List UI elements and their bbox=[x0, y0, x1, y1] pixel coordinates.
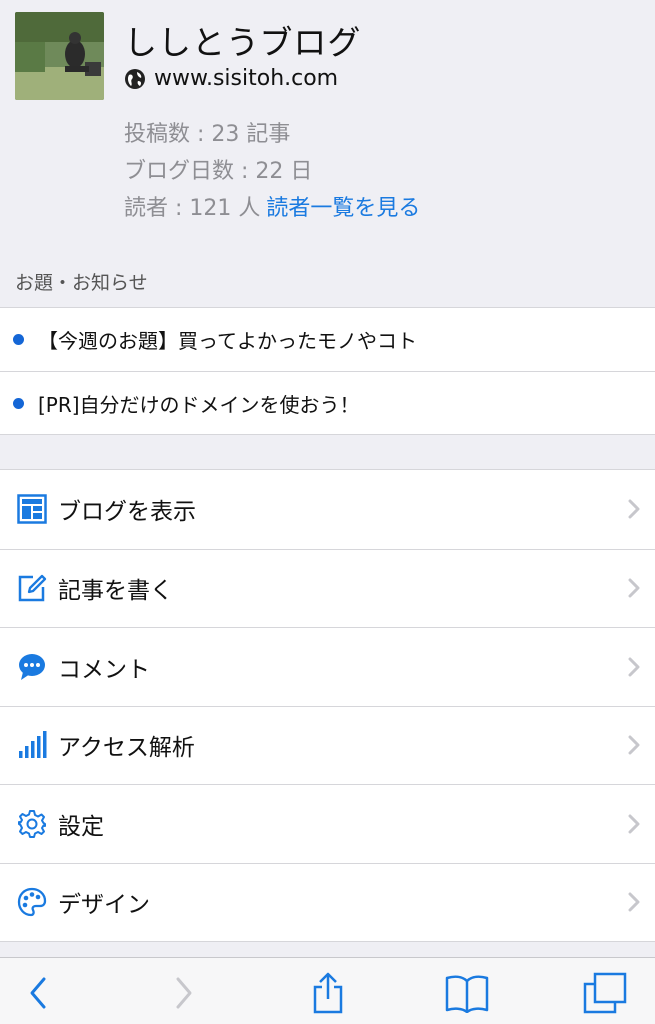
bar-chart-icon bbox=[17, 730, 47, 760]
chevron-right-icon bbox=[628, 814, 640, 834]
menu-item-access-analytics[interactable]: アクセス解析 bbox=[0, 705, 655, 785]
notice-item-pr-domain[interactable]: [PR]自分だけのドメインを使おう！ bbox=[0, 371, 655, 434]
chevron-right-icon bbox=[628, 578, 640, 598]
chevron-right-icon bbox=[628, 499, 640, 519]
notice-text: 【今週のお題】買ってよかったモノやコト bbox=[38, 329, 417, 353]
menu-item-design[interactable]: デザイン bbox=[0, 862, 655, 942]
browser-toolbar bbox=[0, 957, 655, 1024]
blog-url: www.sisitoh.com bbox=[154, 66, 339, 91]
menu-item-label: デザイン bbox=[58, 892, 150, 919]
menu-item-settings[interactable]: 設定 bbox=[0, 784, 655, 863]
blog-url-row[interactable]: www.sisitoh.com bbox=[124, 66, 338, 91]
menu-item-write-post[interactable]: 記事を書く bbox=[0, 548, 655, 628]
gear-icon bbox=[17, 809, 47, 839]
menu-item-comments[interactable]: コメント bbox=[0, 627, 655, 706]
menu-item-label: 設定 bbox=[58, 813, 104, 840]
notice-item-weekly-topic[interactable]: 【今週のお題】買ってよかったモノやコト bbox=[0, 308, 655, 371]
blog-days: ブログ日数 : 22 日 bbox=[124, 159, 313, 184]
blog-dashboard: ししとうブログ www.sisitoh.com 投稿数 : 23 記事 ブログ日… bbox=[0, 0, 655, 1024]
comment-icon bbox=[17, 652, 47, 682]
menu-item-label: コメント bbox=[58, 656, 150, 683]
layout-icon bbox=[17, 494, 47, 524]
back-button[interactable] bbox=[22, 972, 54, 1014]
reader-count: 読者 : 121 人 bbox=[124, 196, 261, 221]
blog-avatar[interactable] bbox=[15, 12, 104, 100]
bullet-dot-icon bbox=[13, 397, 24, 409]
menu-item-view-blog[interactable]: ブログを表示 bbox=[0, 470, 655, 549]
menu-item-label: ブログを表示 bbox=[58, 499, 196, 526]
tabs-button[interactable] bbox=[582, 972, 628, 1014]
globe-icon bbox=[125, 68, 145, 89]
notices-section-label: お題・お知らせ bbox=[15, 272, 148, 294]
share-icon bbox=[313, 972, 343, 1014]
palette-icon bbox=[17, 887, 47, 917]
profile-header: ししとうブログ www.sisitoh.com 投稿数 : 23 記事 ブログ日… bbox=[0, 0, 655, 250]
tabs-icon bbox=[583, 972, 627, 1014]
menu-item-label: 記事を書く bbox=[58, 578, 173, 605]
book-icon bbox=[445, 975, 489, 1013]
blog-title: ししとうブログ bbox=[124, 23, 362, 62]
reader-list-link[interactable]: 読者一覧を見る bbox=[266, 196, 420, 221]
main-menu: ブログを表示 記事を書く コメント アクセス解析 設定 デザイン bbox=[0, 469, 655, 942]
forward-button[interactable] bbox=[168, 972, 200, 1014]
post-count: 投稿数 : 23 記事 bbox=[124, 122, 291, 147]
reader-count-row: 読者 : 121 人読者一覧を見る bbox=[124, 190, 420, 222]
chevron-right-icon bbox=[176, 977, 192, 1009]
bullet-dot-icon bbox=[13, 334, 24, 345]
bookmarks-button[interactable] bbox=[443, 972, 491, 1014]
chevron-left-icon bbox=[30, 977, 46, 1009]
chevron-right-icon bbox=[628, 657, 640, 677]
pencil-icon bbox=[17, 573, 47, 603]
notice-list: 【今週のお題】買ってよかったモノやコト [PR]自分だけのドメインを使おう！ bbox=[0, 307, 655, 435]
chevron-right-icon bbox=[628, 735, 640, 755]
share-button[interactable] bbox=[308, 972, 348, 1014]
chevron-right-icon bbox=[628, 892, 640, 912]
menu-item-label: アクセス解析 bbox=[58, 735, 195, 762]
notice-text: [PR]自分だけのドメインを使おう！ bbox=[38, 392, 360, 417]
